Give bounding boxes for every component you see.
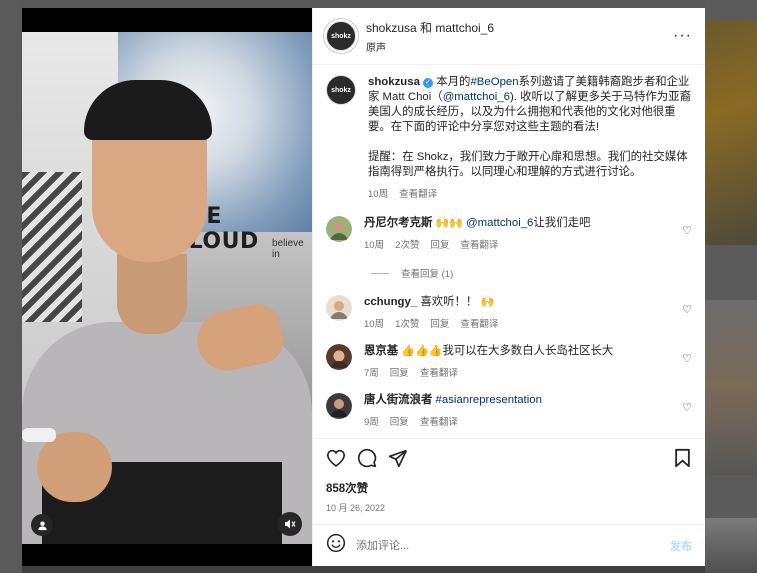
comment-time: 10周: [364, 319, 385, 330]
post-date: 10 月 26, 2022: [326, 503, 386, 513]
comment-username[interactable]: 唐人街流浪者: [364, 394, 432, 406]
background-feed-thumbnail: [705, 20, 757, 245]
person-hand: [37, 432, 112, 502]
post-media: THE CLOUD believe in: [22, 8, 312, 566]
emoji-icon[interactable]: [326, 533, 346, 558]
caption-time: 10周: [368, 189, 389, 200]
post-side-panel: shokz shokzusa 和 mattchoi_6 原声 ··· shokz…: [312, 8, 705, 566]
comment-icon[interactable]: [356, 447, 378, 469]
reply-button[interactable]: 回复: [430, 316, 449, 330]
see-translation-link[interactable]: 查看翻译: [420, 365, 458, 379]
video-arrow-poster: [22, 172, 82, 322]
comment-time: 9周: [364, 417, 379, 428]
like-comment-icon[interactable]: ♡: [682, 401, 692, 414]
caption-username[interactable]: shokzusa: [368, 76, 420, 88]
hashtag-link[interactable]: #BeOpen: [470, 76, 518, 88]
like-comment-icon[interactable]: ♡: [682, 224, 692, 237]
person-neck: [117, 254, 187, 334]
caption-text-part: 本月的: [433, 76, 471, 88]
likes-count[interactable]: 858次赞: [313, 476, 705, 496]
comment-username[interactable]: 丹尼尔考克斯: [364, 217, 432, 229]
hashtag-link[interactable]: #asianrepresentation: [436, 394, 542, 406]
see-translation-link[interactable]: 查看翻译: [460, 316, 498, 330]
comment-emojis: 🙌: [480, 296, 495, 308]
video-frame[interactable]: THE CLOUD believe in: [22, 32, 312, 544]
bookmark-icon[interactable]: [671, 447, 693, 469]
post-authors[interactable]: shokzusa 和 mattchoi_6: [366, 19, 673, 36]
avatar[interactable]: shokz: [326, 75, 356, 105]
comment-emojis: 🙌🙌: [435, 217, 463, 229]
audio-label[interactable]: 原声: [366, 39, 673, 54]
avatar[interactable]: [326, 216, 352, 242]
caption: shokz shokzusa ✓ 本月的#BeOpen系列邀请了美籍韩裔跑步者和…: [326, 75, 692, 200]
mention-link[interactable]: @mattchoi_6: [443, 91, 510, 103]
mute-icon[interactable]: [278, 512, 302, 536]
like-comment-icon[interactable]: ♡: [682, 352, 692, 365]
comment-time: 7周: [364, 368, 379, 379]
comment-text: 让我们走吧: [533, 217, 591, 229]
see-translation-link[interactable]: 查看翻译: [460, 237, 498, 251]
reply-button[interactable]: 回复: [430, 237, 449, 251]
post-comment-button[interactable]: 发布: [670, 538, 692, 554]
comment-emojis: 👍👍👍: [401, 345, 443, 357]
video-sign-subtext: believe in: [272, 238, 304, 260]
tagged-user-icon[interactable]: [31, 514, 53, 536]
background-feed-left: [0, 0, 22, 573]
avatar[interactable]: [326, 295, 352, 321]
mention-link[interactable]: @mattchoi_6: [466, 217, 533, 229]
post-modal: THE CLOUD believe in shokz shokzusa 和 ma…: [22, 8, 705, 566]
caption-text-part: 提醒：在 Shokz，我们致力于敞开心扉和思想。我们的社交媒体指南得到严格执行。…: [368, 151, 688, 178]
comment-username[interactable]: cchungy_: [364, 296, 417, 308]
add-comment-bar: 发布: [313, 524, 705, 566]
like-comment-icon[interactable]: ♡: [682, 303, 692, 316]
comment-text: 喜欢听！！: [417, 296, 478, 308]
comment-text: 我可以在大多数白人长岛社区长大: [442, 345, 614, 357]
reply-button[interactable]: 回复: [390, 414, 409, 428]
heart-icon[interactable]: [325, 447, 347, 469]
comment-item: 唐人街流浪者 #asianrepresentation 9周 回复 查看翻译 ♡: [326, 393, 692, 428]
comment-input[interactable]: [356, 539, 670, 552]
background-feed-thumbnail: [705, 300, 757, 475]
post-header: shokz shokzusa 和 mattchoi_6 原声 ···: [313, 8, 705, 65]
comment-item: 丹尼尔考克斯 🙌🙌 @mattchoi_6让我们走吧 10周 2次赞 回复 查看…: [326, 216, 692, 251]
comments-list[interactable]: shokz shokzusa ✓ 本月的#BeOpen系列邀请了美籍韩裔跑步者和…: [313, 65, 705, 438]
more-options-icon[interactable]: ···: [673, 27, 692, 45]
person-watch: [22, 428, 56, 442]
avatar[interactable]: [326, 344, 352, 370]
caption-text: shokzusa ✓ 本月的#BeOpen系列邀请了美籍韩裔跑步者和企业家 Ma…: [368, 75, 692, 180]
see-translation-link[interactable]: 查看翻译: [420, 414, 458, 428]
view-replies-button[interactable]: 查看回复 (1): [371, 266, 692, 280]
view-replies-label: 查看回复 (1): [401, 269, 454, 280]
see-translation-link[interactable]: 查看翻译: [399, 186, 437, 200]
comment-time: 10周: [364, 240, 385, 251]
share-icon[interactable]: [387, 447, 409, 469]
verified-icon: ✓: [423, 78, 434, 88]
caption-meta: 10周 查看翻译: [368, 186, 692, 200]
comment-username[interactable]: 恩京基: [364, 345, 398, 357]
comment-item: cchungy_ 喜欢听！！ 🙌 10周 1次赞 回复 查看翻译 ♡: [326, 295, 692, 330]
background-feed-thumbnail: [705, 518, 757, 573]
replies-divider: [371, 272, 389, 274]
comment-likes[interactable]: 1次赞: [395, 316, 419, 330]
comment-item: 恩京基 👍👍👍我可以在大多数白人长岛社区长大 7周 回复 查看翻译 ♡: [326, 344, 692, 379]
reply-button[interactable]: 回复: [390, 365, 409, 379]
avatar[interactable]: shokz: [326, 21, 356, 51]
avatar[interactable]: [326, 393, 352, 419]
post-actions-bar: [313, 438, 705, 476]
comment-likes[interactable]: 2次赞: [395, 237, 419, 251]
background-feed-bottom: [22, 566, 705, 573]
